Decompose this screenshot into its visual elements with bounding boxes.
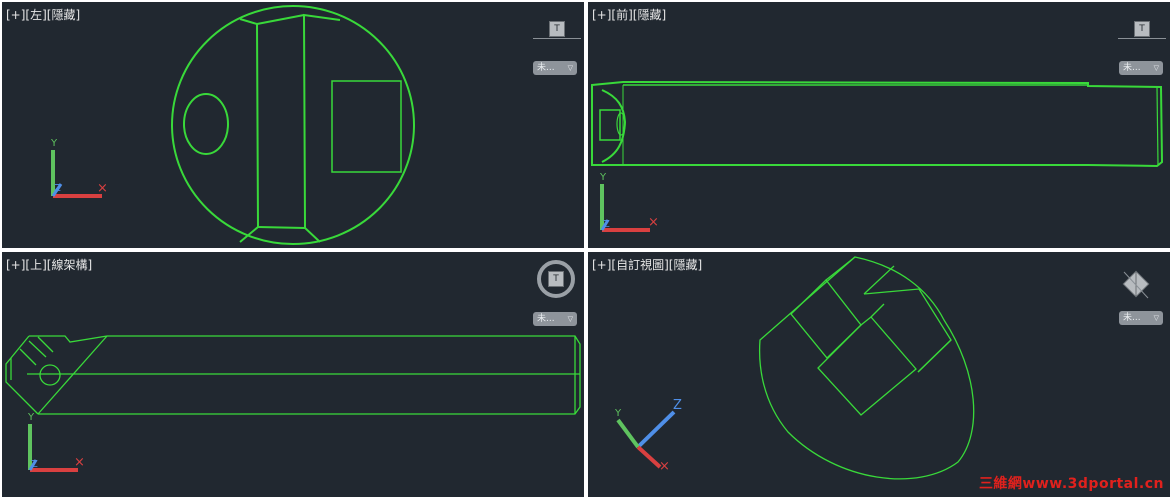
- svg-text:Y: Y: [599, 172, 607, 183]
- viewport-front[interactable]: [+][前][隱藏] T 未... ▽ × Y Z: [588, 2, 1170, 248]
- ucs-icon: × Y Z: [599, 172, 659, 232]
- viewport-custom[interactable]: [+][自訂視圖][隱藏] 未... ▽ Z Y × 三維網www.3dporta…: [588, 252, 1170, 497]
- svg-text:×: ×: [74, 455, 85, 470]
- viewport-top[interactable]: [+][上][線架構] T 未... ▽ × Y Z: [2, 252, 584, 497]
- ucs-icon: × Y Z: [27, 412, 85, 472]
- x-axis-label: ×: [97, 181, 108, 196]
- svg-text:×: ×: [648, 215, 659, 230]
- z-axis-label: Z: [54, 183, 61, 194]
- ucs-icon: Z Y ×: [614, 398, 682, 474]
- svg-text:Z: Z: [603, 219, 610, 230]
- svg-text:×: ×: [659, 459, 670, 474]
- svg-text:Y: Y: [27, 412, 35, 423]
- ucs-icon: × Y Z: [50, 138, 108, 198]
- watermark: 三維網www.3dportal.cn: [978, 476, 1164, 492]
- svg-text:Y: Y: [614, 408, 622, 419]
- y-axis-label: Y: [50, 138, 58, 149]
- svg-text:Z: Z: [673, 398, 682, 413]
- svg-text:Z: Z: [31, 459, 38, 470]
- viewport-left[interactable]: [+][左][隱藏] T 未... ▽ × Y Z: [2, 2, 584, 248]
